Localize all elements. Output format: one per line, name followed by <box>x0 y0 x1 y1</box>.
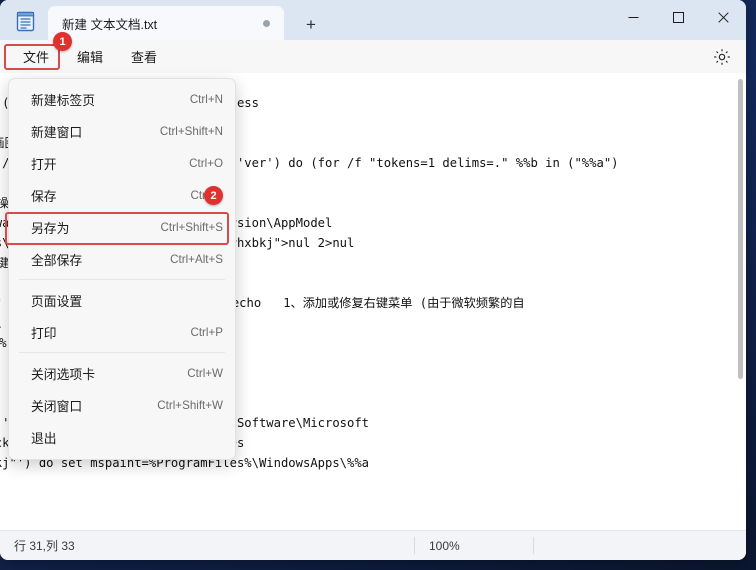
menu-close-tab[interactable]: 关闭选项卡 Ctrl+W <box>9 357 235 389</box>
menu-save-as-label: 另存为 <box>31 220 70 236</box>
vertical-scrollbar-thumb[interactable] <box>738 79 743 379</box>
tab-modified-dot <box>263 19 270 27</box>
menu-exit[interactable]: 退出 <box>9 421 235 453</box>
menu-save-as[interactable]: 另存为 Ctrl+Shift+S <box>9 211 235 243</box>
menu-close-tab-accel: Ctrl+W <box>187 366 223 380</box>
notepad-icon <box>16 11 35 32</box>
menu-bar: 文件 编辑 查看 <box>0 40 746 73</box>
menu-page-setup-label: 页面设置 <box>31 293 83 309</box>
vertical-scrollbar-track[interactable] <box>734 73 746 531</box>
menu-print[interactable]: 打印 Ctrl+P <box>9 316 235 348</box>
menu-save-all[interactable]: 全部保存 Ctrl+Alt+S <box>9 243 235 275</box>
maximize-button[interactable] <box>656 0 701 34</box>
menu-print-accel: Ctrl+P <box>190 325 223 339</box>
menu-new-window[interactable]: 新建窗口 Ctrl+Shift+N <box>9 115 235 147</box>
zoom-level: 100% <box>429 538 460 553</box>
status-divider-2 <box>533 537 534 554</box>
menu-open[interactable]: 打开 Ctrl+O <box>9 147 235 179</box>
menu-new-window-label: 新建窗口 <box>31 124 83 140</box>
menu-print-label: 打印 <box>31 325 57 341</box>
menu-open-accel: Ctrl+O <box>189 156 223 170</box>
notepad-window: 新建 文本文档.txt + 文件 编辑 查看 ('ver') do (for /… <box>0 0 746 560</box>
menu-file[interactable]: 文件 <box>12 43 60 70</box>
menu-save-all-accel: Ctrl+Alt+S <box>170 252 223 266</box>
new-tab-button[interactable]: + <box>294 10 328 40</box>
menu-close-window-accel: Ctrl+Shift+W <box>157 398 223 412</box>
menu-page-setup[interactable]: 页面设置 <box>9 284 235 316</box>
close-button[interactable] <box>701 0 746 34</box>
tab-active[interactable]: 新建 文本文档.txt <box>48 6 284 40</box>
menu-new-tab[interactable]: 新建标签页 Ctrl+N <box>9 83 235 115</box>
tab-title: 新建 文本文档.txt <box>62 17 158 32</box>
menu-exit-label: 退出 <box>31 430 57 446</box>
menu-close-window[interactable]: 关闭窗口 Ctrl+Shift+W <box>9 389 235 421</box>
menu-edit[interactable]: 编辑 <box>66 43 114 70</box>
menu-divider-2 <box>19 352 225 353</box>
status-bar: 行 31,列 33 100% <box>0 530 746 560</box>
annotation-badge-1: 1 <box>53 32 72 51</box>
menu-save-as-accel: Ctrl+Shift+S <box>160 220 223 234</box>
title-bar: 新建 文本文档.txt + <box>0 0 746 40</box>
menu-divider-1 <box>19 279 225 280</box>
window-controls <box>611 0 746 34</box>
minimize-button[interactable] <box>611 0 656 34</box>
menu-save-all-label: 全部保存 <box>31 252 83 268</box>
file-menu-dropdown: 新建标签页 Ctrl+N 新建窗口 Ctrl+Shift+N 打开 Ctrl+O… <box>8 78 236 460</box>
menu-close-tab-label: 关闭选项卡 <box>31 366 95 382</box>
menu-view[interactable]: 查看 <box>120 43 168 70</box>
annotation-badge-2: 2 <box>204 186 223 205</box>
cursor-position: 行 31,列 33 <box>14 539 75 553</box>
menu-save-label: 保存 <box>31 188 57 204</box>
menu-close-window-label: 关闭窗口 <box>31 398 83 414</box>
menu-save[interactable]: 保存 Ctrl+S <box>9 179 235 211</box>
gear-icon[interactable] <box>712 47 732 67</box>
menu-new-tab-label: 新建标签页 <box>31 92 95 108</box>
menu-open-label: 打开 <box>31 156 57 172</box>
menu-new-tab-accel: Ctrl+N <box>189 92 223 106</box>
tab-strip: 新建 文本文档.txt + <box>48 6 328 40</box>
menu-new-window-accel: Ctrl+Shift+N <box>159 124 223 138</box>
